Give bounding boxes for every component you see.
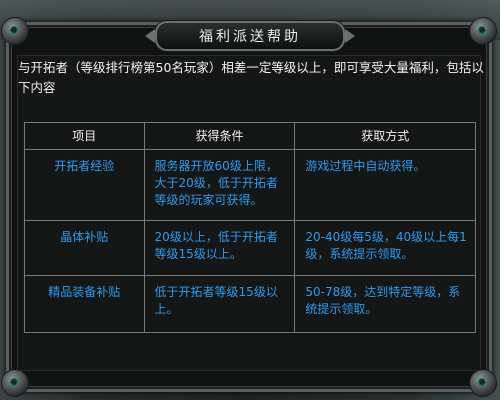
table-header-row: 项目 获得条件 获取方式 (24, 122, 476, 150)
dialog-title-bar[interactable]: 福利派送帮助 (145, 21, 345, 51)
corner-ornament (469, 369, 497, 397)
cell-method: 50-78级，达到特定等级，系统提示领取。 (294, 275, 476, 333)
table-row: 精品装备补贴 低于开拓者等级15级以上。 50-78级，达到特定等级，系统提示领… (24, 275, 476, 333)
cell-condition: 低于开拓者等级15级以上。 (143, 275, 296, 333)
table-row: 开拓者经验 服务器开放60级上限，大于20级，低于开拓者等级的玩家可获得。 游戏… (24, 149, 476, 221)
corner-ornament (469, 17, 497, 45)
column-header-method: 获取方式 (294, 122, 476, 150)
game-scene-background: 福利派送帮助 与开拓者（等级排行榜第50名玩家）相差一定等级以上，即可享受大量福… (0, 0, 500, 400)
cell-condition: 20级以上，低于开拓者等级15级以上。 (143, 220, 296, 276)
column-header-condition: 获得条件 (143, 122, 296, 150)
cell-item: 晶体补贴 (24, 220, 145, 276)
corner-ornament (1, 369, 29, 397)
intro-text: 与开拓者（等级排行榜第50名玩家）相差一定等级以上，即可享受大量福利，包括以下内… (18, 60, 484, 95)
table-row: 晶体补贴 20级以上，低于开拓者等级15级以上。 20-40级每5级，40级以上… (24, 220, 476, 276)
column-header-item: 项目 (24, 122, 145, 150)
cell-item: 开拓者经验 (24, 149, 145, 221)
cell-method: 20-40级每5级，40级以上每1级，系统提示领取。 (294, 220, 476, 276)
corner-ornament (1, 17, 29, 45)
cell-item: 精品装备补贴 (24, 275, 145, 333)
cell-condition: 服务器开放60级上限，大于20级，低于开拓者等级的玩家可获得。 (143, 149, 296, 221)
title-decoration-left (145, 29, 155, 43)
dialog-title: 福利派送帮助 (199, 29, 301, 45)
benefits-table: 项目 获得条件 获取方式 开拓者经验 服务器开放60级上限，大于20级，低于开拓… (24, 122, 476, 333)
title-decoration-right (345, 29, 355, 43)
cell-method: 游戏过程中自动获得。 (294, 149, 476, 221)
